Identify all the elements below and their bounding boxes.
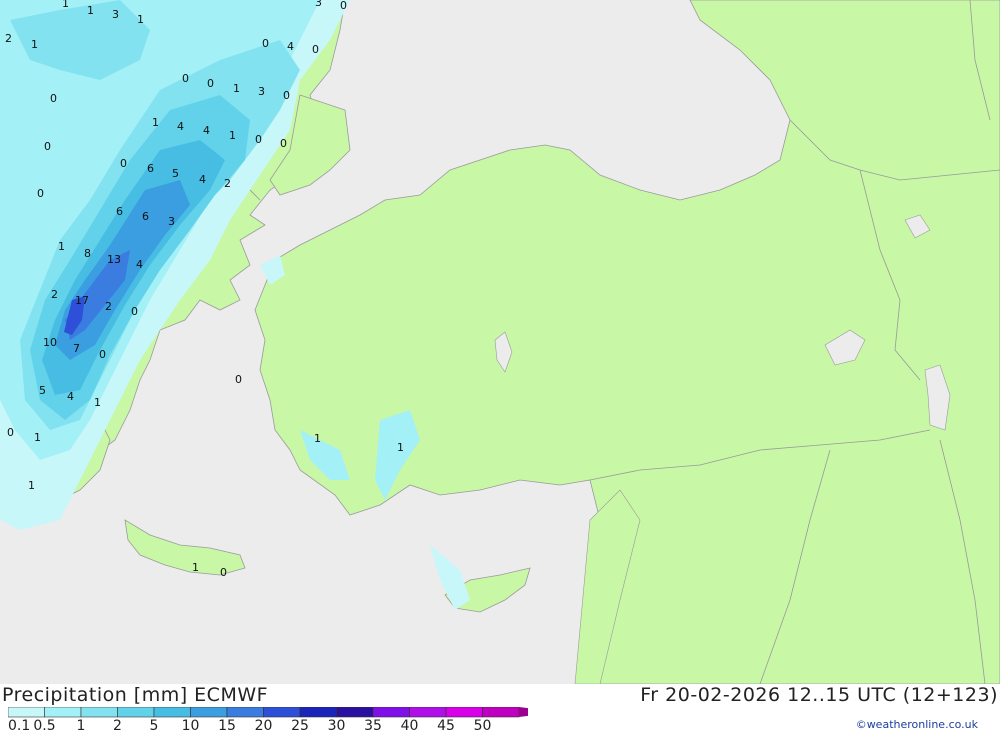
scale-arrow xyxy=(519,707,528,717)
scale-swatch xyxy=(226,707,264,718)
map-label: 2 xyxy=(105,300,112,313)
map-label: 1 xyxy=(87,4,94,17)
scale-swatch xyxy=(117,707,155,718)
scale-tick-label: 0.5 xyxy=(33,718,55,731)
map-label: 1 xyxy=(31,38,38,51)
map-label: 0 xyxy=(280,137,287,150)
scale-tick-label: 15 xyxy=(218,718,236,731)
map-label: 6 xyxy=(116,205,123,218)
map-label: 1 xyxy=(192,561,199,574)
map-label: 4 xyxy=(136,258,143,271)
map-label: 4 xyxy=(67,390,74,403)
map-label: 0 xyxy=(220,566,227,579)
scale-tick-label: 45 xyxy=(437,718,455,731)
scale-tick-label: 1 xyxy=(77,718,86,731)
map-label: 0 xyxy=(50,92,57,105)
map-label: 3 xyxy=(315,0,322,9)
map-label: 1 xyxy=(28,479,35,492)
map-label: 1 xyxy=(397,441,404,454)
map-label: 0 xyxy=(255,133,262,146)
map-label: 0 xyxy=(120,157,127,170)
scale-swatch xyxy=(299,707,337,718)
map-label: 4 xyxy=(177,120,184,133)
map-label: 0 xyxy=(44,140,51,153)
scale-swatch xyxy=(153,707,191,718)
map-label: 5 xyxy=(172,167,179,180)
scale-tick-label: 10 xyxy=(182,718,200,731)
scale-tick-label: 2 xyxy=(113,718,122,731)
scale-tick-label: 35 xyxy=(364,718,382,731)
map-label: 3 xyxy=(258,85,265,98)
map-label: 4 xyxy=(199,173,206,186)
map-label: 2 xyxy=(224,177,231,190)
map-label: 8 xyxy=(84,247,91,260)
scale-tick-label: 0.1 xyxy=(8,718,30,731)
scale-tick-label: 40 xyxy=(401,718,419,731)
map-label: 10 xyxy=(43,336,57,349)
scale-swatch xyxy=(372,707,410,718)
map-label: 2 xyxy=(5,32,12,45)
scale-swatch xyxy=(482,707,520,718)
map-label: 0 xyxy=(207,77,214,90)
map-label: 3 xyxy=(112,8,119,21)
map-label: 0 xyxy=(262,37,269,50)
map-label: 0 xyxy=(7,426,14,439)
map-title: Precipitation [mm] ECMWF xyxy=(2,684,269,706)
map-label: 0 xyxy=(235,373,242,386)
map-label: 4 xyxy=(287,40,294,53)
scale-swatch xyxy=(8,707,45,718)
map-label: 1 xyxy=(152,116,159,129)
map-label: 1 xyxy=(34,431,41,444)
map-label: 3 xyxy=(168,215,175,228)
scale-tick-label: 25 xyxy=(291,718,309,731)
scale-tick-label: 5 xyxy=(150,718,159,731)
map-label: 0 xyxy=(312,43,319,56)
map-label: 1 xyxy=(58,240,65,253)
scale-swatch xyxy=(263,707,301,718)
scale-swatch xyxy=(80,707,118,718)
precipitation-map: 1 1 3 1 3 0 2 1 0 4 0 0 0 1 3 0 0 1 4 4 … xyxy=(0,0,1000,684)
map-label: 0 xyxy=(182,72,189,85)
map-label: 0 xyxy=(131,305,138,318)
map-label: 0 xyxy=(99,348,106,361)
map-label: 7 xyxy=(73,342,80,355)
map-label: 4 xyxy=(203,124,210,137)
map-label: 1 xyxy=(94,396,101,409)
map-label: 2 xyxy=(51,288,58,301)
scale-swatch xyxy=(445,707,483,718)
scale-swatch xyxy=(44,707,82,718)
map-label: 6 xyxy=(147,162,154,175)
color-scale: 0.1 0.5 1 2 5 10 15 20 25 30 35 40 45 50 xyxy=(8,707,528,731)
map-label: 5 xyxy=(39,384,46,397)
map-label: 1 xyxy=(314,432,321,445)
valid-time: Fr 20-02-2026 12..15 UTC (12+123) xyxy=(640,684,998,706)
map-footer: Precipitation [mm] ECMWF Fr 20-02-2026 1… xyxy=(0,684,1000,733)
map-label: 0 xyxy=(340,0,347,12)
scale-tick-label: 20 xyxy=(255,718,273,731)
scale-tick-label: 30 xyxy=(328,718,346,731)
scale-swatch xyxy=(409,707,447,718)
scale-swatch xyxy=(336,707,374,718)
map-label: 1 xyxy=(137,13,144,26)
scale-tick-label: 50 xyxy=(474,718,492,731)
map-label: 13 xyxy=(107,253,121,266)
map-label: 0 xyxy=(37,187,44,200)
map-label: 6 xyxy=(142,210,149,223)
map-label: 17 xyxy=(75,294,89,307)
credit-link[interactable]: ©weatheronline.co.uk xyxy=(856,718,978,731)
map-label: 1 xyxy=(62,0,69,10)
map-label: 1 xyxy=(233,82,240,95)
map-label: 0 xyxy=(283,89,290,102)
map-label: 1 xyxy=(229,129,236,142)
scale-swatch xyxy=(190,707,228,718)
